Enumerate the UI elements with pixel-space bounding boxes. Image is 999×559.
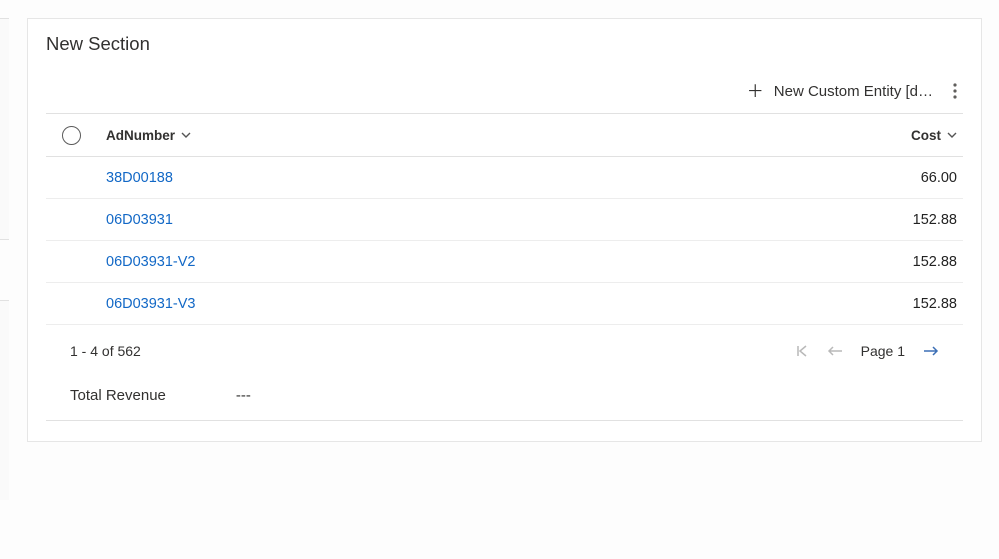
cost-cell: 152.88	[853, 212, 963, 228]
table-row[interactable]: 06D03931 152.88	[46, 199, 963, 241]
data-grid: AdNumber Cost 38D00188 66.00 06D03931 152.8…	[46, 113, 963, 325]
adnumber-link[interactable]: 06D03931	[106, 212, 173, 228]
arrow-left-icon	[827, 344, 843, 358]
first-page-icon	[795, 344, 809, 358]
column-header-adnumber[interactable]: AdNumber	[106, 128, 853, 143]
pager: 1 - 4 of 562 Page 1	[46, 325, 963, 373]
next-page-button[interactable]	[923, 344, 939, 358]
column-header-cost[interactable]: Cost	[853, 128, 963, 143]
column-header-adnumber-label: AdNumber	[106, 128, 175, 143]
plus-icon: ＋	[747, 83, 764, 100]
total-revenue-label: Total Revenue	[70, 387, 166, 404]
chevron-down-icon	[947, 130, 957, 140]
new-custom-entity-label: New Custom Entity [d…	[774, 83, 933, 100]
adnumber-link[interactable]: 06D03931-V2	[106, 254, 196, 270]
left-edge-panel-1	[0, 18, 9, 240]
adnumber-link[interactable]: 06D03931-V3	[106, 296, 196, 312]
adnumber-link[interactable]: 38D00188	[106, 170, 173, 186]
section-toolbar: ＋ New Custom Entity [d…	[28, 79, 981, 113]
cost-cell: 66.00	[853, 170, 963, 186]
pager-controls: Page 1	[795, 343, 939, 359]
select-all-circle-icon	[62, 126, 81, 145]
grid-body: 38D00188 66.00 06D03931 152.88 06D03931-V2 15…	[46, 157, 963, 325]
adnumber-cell: 38D00188	[106, 170, 853, 186]
adnumber-cell: 06D03931	[106, 212, 853, 228]
adnumber-cell: 06D03931-V2	[106, 254, 853, 270]
page-label: Page 1	[861, 343, 905, 359]
table-row[interactable]: 38D00188 66.00	[46, 157, 963, 199]
chevron-down-icon	[181, 130, 191, 140]
left-edge-panel-2	[0, 300, 9, 500]
more-commands-button[interactable]	[947, 79, 963, 103]
vertical-dots-icon	[953, 83, 957, 99]
table-row[interactable]: 06D03931-V3 152.88	[46, 283, 963, 325]
adnumber-cell: 06D03931-V3	[106, 296, 853, 312]
total-revenue-value: ---	[236, 387, 251, 404]
section-title: New Section	[28, 19, 981, 79]
column-header-cost-label: Cost	[911, 128, 941, 143]
cost-cell: 152.88	[853, 254, 963, 270]
section-card: New Section ＋ New Custom Entity [d… AdNu…	[27, 18, 982, 442]
first-page-button[interactable]	[795, 344, 809, 358]
select-all-cell[interactable]	[46, 126, 106, 145]
grid-header-row: AdNumber Cost	[46, 113, 963, 157]
prev-page-button[interactable]	[827, 344, 843, 358]
table-row[interactable]: 06D03931-V2 152.88	[46, 241, 963, 283]
arrow-right-icon	[923, 344, 939, 358]
total-revenue-row: Total Revenue ---	[46, 373, 963, 421]
new-custom-entity-button[interactable]: ＋ New Custom Entity [d…	[747, 83, 933, 100]
cost-cell: 152.88	[853, 296, 963, 312]
pager-range: 1 - 4 of 562	[70, 343, 141, 359]
